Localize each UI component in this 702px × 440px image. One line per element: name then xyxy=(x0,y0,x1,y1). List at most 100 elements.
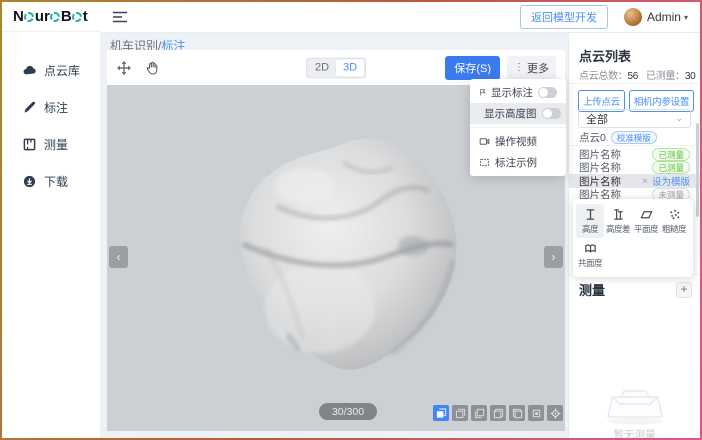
image-counter-badge: 30/300 xyxy=(319,403,377,420)
measure-section-header: 测量 + xyxy=(579,280,692,299)
menu-label: 显示标注 xyxy=(491,85,533,100)
view-iso-button[interactable] xyxy=(433,405,449,421)
pen-icon xyxy=(23,101,36,114)
divider xyxy=(569,145,700,146)
measured-badge: 已测量 xyxy=(652,148,690,161)
tool-roughness[interactable]: 粗糙度 xyxy=(660,204,688,238)
pointcloud-name: 点云0 xyxy=(579,130,606,145)
sidebar-item-label: 下载 xyxy=(44,173,68,190)
move-tool-icon[interactable] xyxy=(116,60,132,76)
prev-image-button[interactable]: ‹ xyxy=(109,246,128,268)
sidebar-item-annotate[interactable]: 标注 xyxy=(2,89,100,126)
measure-tool-palette: 高度 高度差 平面度 粗糙度 共面度 xyxy=(573,199,693,277)
more-dropdown-menu: 显示标注 显示高度图 操作视频 标注示例 xyxy=(470,79,566,176)
menu-item-show-heightmap[interactable]: 显示高度图 xyxy=(470,103,566,124)
video-icon xyxy=(479,136,490,147)
kebab-icon: ⋮ xyxy=(514,62,524,73)
next-image-button[interactable]: › xyxy=(544,246,563,268)
chevron-down-icon: ▾ xyxy=(684,13,688,22)
menu-divider xyxy=(470,127,566,128)
total-label: 点云总数： xyxy=(579,71,628,82)
show-heightmap-toggle[interactable] xyxy=(542,108,561,119)
view-left-button[interactable] xyxy=(490,405,506,421)
cube-icon xyxy=(531,408,542,419)
menu-item-annotation-example[interactable]: 标注示例 xyxy=(470,152,566,173)
sidebar-item-pointcloud-library[interactable]: 点云库 xyxy=(2,52,100,89)
gear-icon xyxy=(24,12,34,22)
menu-label: 操作视频 xyxy=(495,134,537,149)
collapse-menu-icon[interactable] xyxy=(113,11,127,23)
view-right-button[interactable] xyxy=(509,405,525,421)
image-row-selected[interactable]: 图片名称 × 设为模版 xyxy=(569,174,700,188)
view-back-button[interactable] xyxy=(471,405,487,421)
sidebar-item-measure[interactable]: 测量 xyxy=(2,126,100,163)
tool-height[interactable]: 高度 xyxy=(576,204,604,238)
cube-icon xyxy=(512,408,523,419)
show-annotations-toggle[interactable] xyxy=(538,87,557,98)
tool-height-diff[interactable]: 高度差 xyxy=(604,204,632,238)
add-measure-button[interactable]: + xyxy=(676,282,692,298)
logo-text: ur xyxy=(35,8,50,25)
menu-item-tutorial-video[interactable]: 操作视频 xyxy=(470,131,566,152)
flatness-icon xyxy=(640,208,653,221)
view-top-button[interactable] xyxy=(528,405,544,421)
gear-icon xyxy=(72,12,82,22)
app-root: NurBt 点云库 标注 测量 下载 返回模型 xyxy=(2,2,700,438)
roughness-icon xyxy=(668,208,681,221)
menu-label: 标注示例 xyxy=(495,155,537,170)
empty-state-text: 暂无测量 xyxy=(614,427,656,438)
back-to-model-dev-button[interactable]: 返回模型开发 xyxy=(520,5,608,29)
measured-label: 已测量： xyxy=(646,71,685,82)
filter-select[interactable]: 全部 ⌄ xyxy=(578,109,691,128)
menu-label: 显示高度图 xyxy=(484,106,537,121)
app-logo: NurBt xyxy=(2,2,100,32)
pointcloud-panel: 点云列表 点云总数：56已测量：30 上传点云 相机内参设置 全部 ⌄ 点云0 … xyxy=(568,33,700,438)
header-right: 返回模型开发 Admin ▾ xyxy=(520,5,700,29)
image-row[interactable]: 图片名称 已测量 xyxy=(569,161,700,174)
save-button[interactable]: 保存(S) xyxy=(445,56,500,80)
view-2d-button[interactable]: 2D xyxy=(308,59,336,76)
gear-icon xyxy=(50,12,60,22)
pan-hand-icon[interactable] xyxy=(144,60,160,76)
view-front-button[interactable] xyxy=(452,405,468,421)
flag-icon xyxy=(479,87,486,98)
tool-flatness[interactable]: 平面度 xyxy=(632,204,660,238)
top-header: 返回模型开发 Admin ▾ xyxy=(100,2,700,33)
avatar[interactable] xyxy=(624,8,642,26)
set-as-template-link[interactable]: 设为模版 xyxy=(652,174,690,188)
chevron-down-icon: ⌄ xyxy=(675,113,683,124)
sidebar-item-download[interactable]: 下载 xyxy=(2,163,100,200)
pointcloud-group-row[interactable]: 点云0 校准模版 xyxy=(579,130,691,145)
panel-title: 点云列表 xyxy=(579,46,631,65)
panel-stats: 点云总数：56 已测量：30 xyxy=(579,67,695,82)
window-frame: NurBt 点云库 标注 测量 下载 返回模型 xyxy=(0,0,702,440)
cube-icon xyxy=(493,408,504,419)
sidebar-item-label: 测量 xyxy=(44,136,68,153)
close-icon[interactable]: × xyxy=(642,176,648,187)
download-icon xyxy=(23,175,36,188)
list-scrollbar[interactable] xyxy=(696,123,699,217)
view-mode-toggle: 2D 3D xyxy=(306,57,366,78)
cube-icon xyxy=(474,408,485,419)
view-orientation-bar xyxy=(433,405,563,421)
tool-coplanarity[interactable]: 共面度 xyxy=(576,238,604,272)
more-label: 更多 xyxy=(527,60,549,76)
menu-item-show-annotations[interactable]: 显示标注 xyxy=(470,82,566,103)
logo-text: N xyxy=(13,8,24,25)
calibration-template-badge: 校准模版 xyxy=(611,131,657,144)
tooth-mesh-3d[interactable] xyxy=(225,128,465,376)
cloud-icon xyxy=(23,64,36,77)
sidebar-item-label: 点云库 xyxy=(44,62,80,79)
measured-value: 30 xyxy=(685,71,696,82)
user-name[interactable]: Admin xyxy=(647,10,681,24)
height-diff-icon xyxy=(612,208,625,221)
sidebar-item-label: 标注 xyxy=(44,99,68,116)
sidebar: NurBt 点云库 标注 测量 下载 xyxy=(2,2,100,438)
sidebar-nav: 点云库 标注 测量 下载 xyxy=(2,32,100,200)
more-button[interactable]: ⋮ 更多 xyxy=(507,56,556,80)
reset-view-button[interactable] xyxy=(547,405,563,421)
view-3d-button[interactable]: 3D xyxy=(336,59,364,76)
total-value: 56 xyxy=(628,71,639,82)
crosshair-icon xyxy=(550,408,561,419)
height-icon xyxy=(584,208,597,221)
